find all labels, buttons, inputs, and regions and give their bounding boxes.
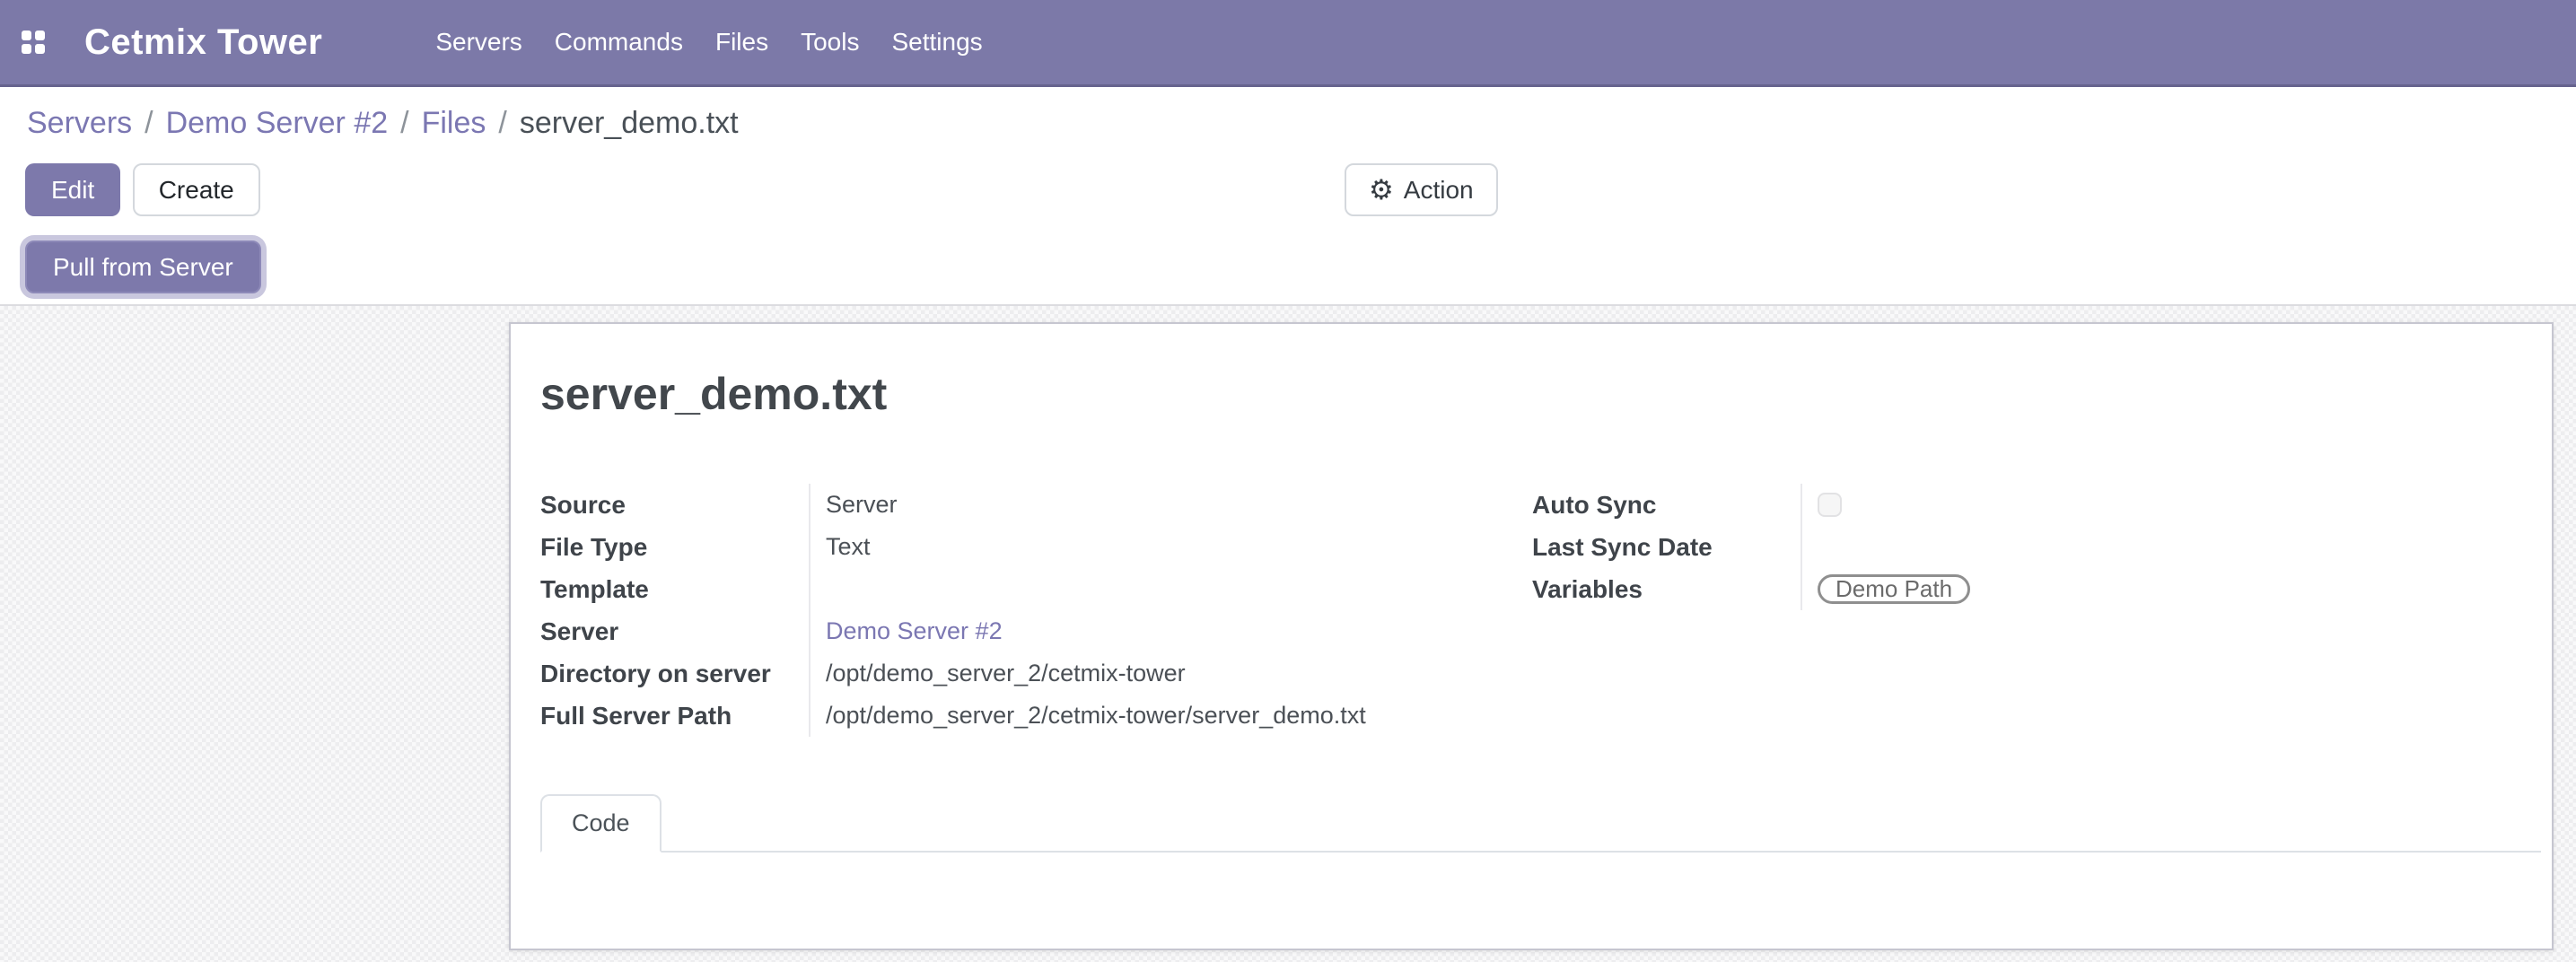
field-label: Variables — [1532, 575, 1801, 604]
action-button[interactable]: ⚙ Action — [1345, 163, 1498, 216]
grid-icon — [22, 31, 45, 54]
breadcrumb-separator: / — [132, 106, 165, 141]
field-label: Last Sync Date — [1532, 533, 1801, 562]
field-section: Source Server File Type Text Template Se… — [540, 484, 2552, 737]
field-row-template: Template — [540, 568, 1532, 610]
button-row: Edit Create ⚙ Action — [0, 163, 2576, 216]
form-sheet: server_demo.txt Source Server File Type … — [509, 322, 2554, 950]
field-group-left: Source Server File Type Text Template Se… — [540, 484, 1532, 737]
edit-button[interactable]: Edit — [25, 163, 120, 216]
menu-tools[interactable]: Tools — [784, 0, 875, 84]
statusbar: Pull from Server — [0, 240, 2576, 293]
field-value-full-path: /opt/demo_server_2/cetmix-tower/server_d… — [826, 702, 1366, 730]
breadcrumb-files[interactable]: Files — [422, 106, 486, 141]
field-row-last-sync: Last Sync Date — [1532, 526, 2552, 568]
form-view-background: server_demo.txt Source Server File Type … — [0, 306, 2576, 962]
field-label: Server — [540, 617, 809, 646]
breadcrumb-current: server_demo.txt — [520, 106, 739, 141]
field-row-full-path: Full Server Path /opt/demo_server_2/cetm… — [540, 695, 1532, 737]
main-menu: Servers Commands Files Tools Settings — [419, 0, 998, 84]
app-brand[interactable]: Cetmix Tower — [66, 0, 340, 84]
breadcrumb: Servers / Demo Server #2 / Files / serve… — [0, 87, 2576, 141]
auto-sync-checkbox[interactable] — [1818, 493, 1842, 517]
menu-commands[interactable]: Commands — [539, 0, 699, 84]
field-row-directory: Directory on server /opt/demo_server_2/c… — [540, 652, 1532, 695]
server-link[interactable]: Demo Server #2 — [826, 617, 1003, 645]
field-row-server: Server Demo Server #2 — [540, 610, 1532, 652]
field-label: Template — [540, 575, 809, 604]
variable-tag: Demo Path — [1818, 574, 1970, 604]
pull-from-server-button[interactable]: Pull from Server — [25, 240, 261, 293]
tab-code[interactable]: Code — [540, 794, 662, 853]
field-label: Directory on server — [540, 660, 809, 688]
field-row-source: Source Server — [540, 484, 1532, 526]
apps-menu-icon[interactable] — [0, 0, 66, 84]
field-row-file-type: File Type Text — [540, 526, 1532, 568]
field-value-directory: /opt/demo_server_2/cetmix-tower — [826, 660, 1186, 687]
breadcrumb-separator: / — [486, 106, 519, 141]
field-value-file-type: Text — [826, 533, 871, 561]
field-row-auto-sync: Auto Sync — [1532, 484, 2552, 526]
notebook-tabs: Code — [540, 794, 2541, 853]
gear-icon: ⚙ — [1369, 176, 1394, 204]
top-navbar: Cetmix Tower Servers Commands Files Tool… — [0, 0, 2576, 87]
record-title: server_demo.txt — [540, 367, 2552, 421]
field-label: Auto Sync — [1532, 491, 1801, 520]
field-group-right: Auto Sync Last Sync Date Variables Demo … — [1532, 484, 2552, 737]
field-label: Full Server Path — [540, 702, 809, 730]
control-panel: Servers / Demo Server #2 / Files / serve… — [0, 87, 2576, 306]
field-label: File Type — [540, 533, 809, 562]
create-button[interactable]: Create — [133, 163, 260, 216]
menu-servers[interactable]: Servers — [419, 0, 538, 84]
breadcrumb-servers[interactable]: Servers — [27, 106, 132, 141]
menu-settings[interactable]: Settings — [875, 0, 998, 84]
action-button-label: Action — [1404, 176, 1474, 205]
field-label: Source — [540, 491, 809, 520]
field-value-source: Server — [826, 491, 898, 519]
breadcrumb-demo-server[interactable]: Demo Server #2 — [166, 106, 389, 141]
breadcrumb-separator: / — [388, 106, 421, 141]
field-row-variables: Variables Demo Path — [1532, 568, 2552, 610]
menu-files[interactable]: Files — [699, 0, 784, 84]
